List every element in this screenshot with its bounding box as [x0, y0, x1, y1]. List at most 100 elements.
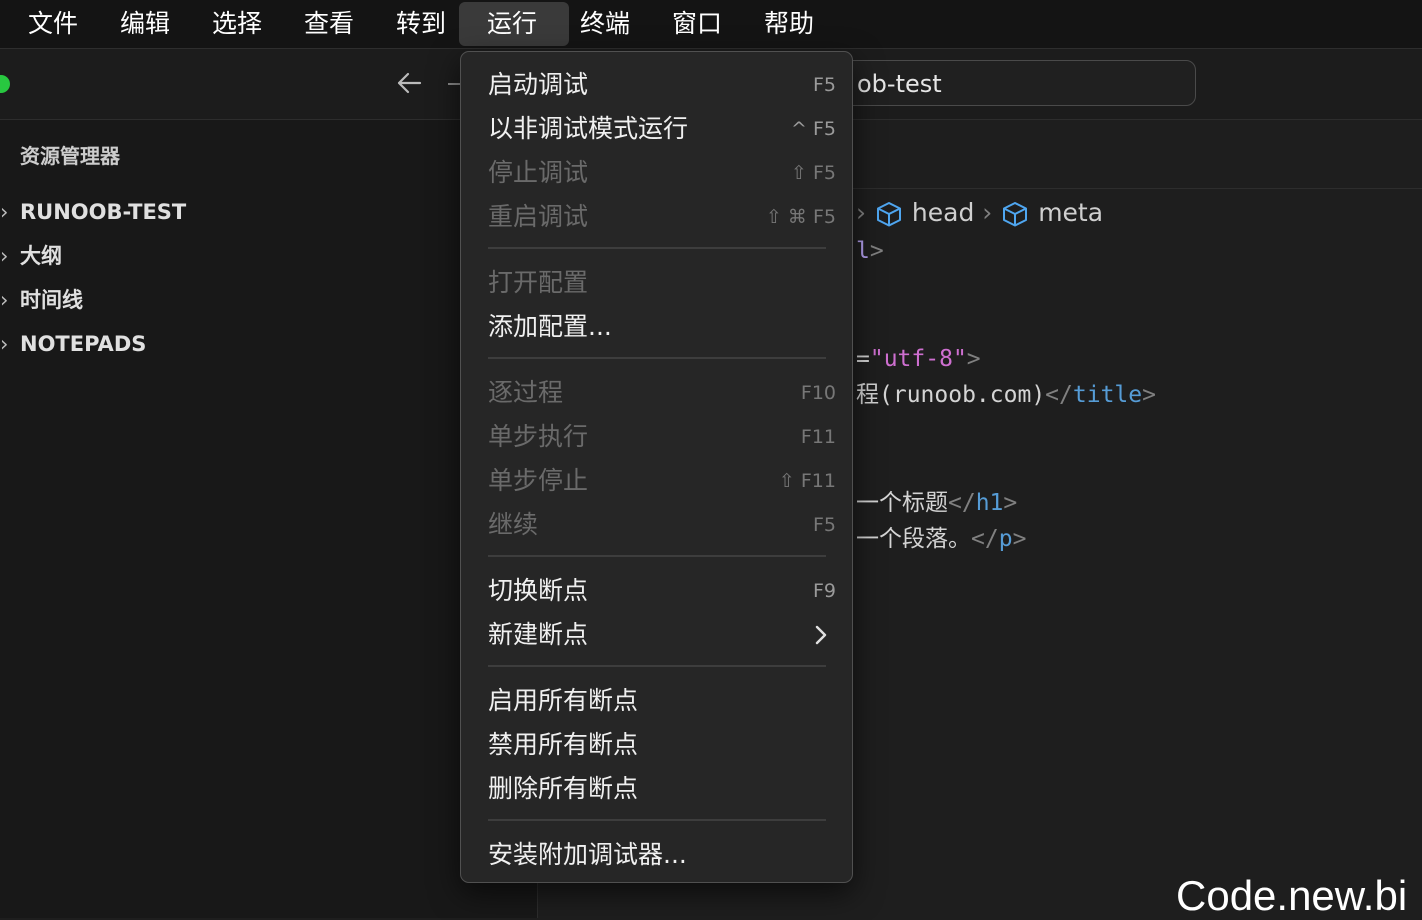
menu-item-label: 继续 — [488, 510, 539, 539]
menu-item-label: 打开配置 — [488, 268, 589, 297]
menu-item-label: 启动调试 — [488, 70, 589, 99]
menu-window[interactable]: 窗口 — [644, 2, 750, 46]
menu-item-label: 切换断点 — [488, 576, 589, 605]
menu-item-continue[interactable]: 继续 F5 — [488, 505, 836, 545]
menu-item-shortcut: F10 — [800, 382, 836, 404]
menu-separator — [488, 247, 826, 249]
menu-item-new-breakpoint[interactable]: 新建断点 — [488, 615, 828, 655]
menu-item-restart-debugging[interactable]: 重启调试 ⇧ ⌘ F5 — [488, 197, 836, 237]
breadcrumb: › head › meta — [856, 196, 1103, 230]
menu-item-enable-all-breakpoints[interactable]: 启用所有断点 — [488, 681, 828, 721]
menu-item-shortcut: F5 — [812, 514, 836, 536]
code-token: > — [966, 346, 981, 372]
cube-icon — [876, 202, 901, 227]
menu-item-shortcut: F9 — [812, 580, 836, 602]
menu-terminal[interactable]: 终端 — [552, 2, 658, 46]
menu-item-shortcut: ⇧ F11 — [778, 470, 836, 492]
watermark: Code.new.bi — [1176, 872, 1408, 919]
code-token: 一个标题 — [856, 490, 948, 516]
code-line[interactable]: l> — [856, 234, 884, 268]
menu-item-install-additional-debuggers[interactable]: 安装附加调试器... — [488, 835, 828, 875]
menu-item-shortcut: F11 — [800, 426, 836, 448]
menu-separator — [488, 555, 826, 557]
sidebar-item-label: 大纲 — [20, 244, 62, 268]
chevron-right-icon: › — [0, 288, 9, 312]
menu-item-stop-debugging[interactable]: 停止调试 ⇧ F5 — [488, 153, 836, 193]
sidebar-item-label: 时间线 — [20, 288, 83, 312]
menu-separator — [488, 665, 826, 667]
back-arrow-icon[interactable] — [396, 67, 422, 99]
code-line[interactable]: 一个段落。</p> — [856, 522, 1026, 556]
sidebar-item-label: NOTEPADS — [20, 332, 147, 356]
menu-item-label: 停止调试 — [488, 158, 589, 187]
menu-view[interactable]: 查看 — [276, 2, 382, 46]
menu-item-step-over[interactable]: 逐过程 F10 — [488, 373, 836, 413]
menu-item-shortcut: ^ F5 — [791, 118, 836, 140]
search-text: ob-test — [857, 70, 942, 98]
menu-item-open-configuration[interactable]: 打开配置 — [488, 263, 828, 303]
code-token: l — [856, 238, 870, 264]
code-line[interactable]: 一个标题</h1> — [856, 486, 1017, 520]
code-token: > — [869, 238, 884, 264]
menu-item-shortcut: F5 — [812, 74, 836, 96]
chevron-right-icon: › — [0, 200, 9, 224]
sidebar-item-runoob-test[interactable]: › RUNOOB-TEST — [0, 196, 186, 228]
code-token: 一个段落。 — [856, 526, 971, 552]
menu-edit[interactable]: 编辑 — [92, 2, 198, 46]
code-token: </ — [1045, 382, 1073, 408]
explorer-sidebar: 资源管理器 › RUNOOB-TEST › 大纲 › 时间线 › NOTEPADS — [0, 120, 538, 918]
menu-item-shortcut: ⇧ ⌘ F5 — [765, 206, 836, 228]
code-line[interactable]: ="utf-8"> — [856, 342, 981, 376]
code-token: </ — [948, 490, 976, 516]
menu-item-start-debugging[interactable]: 启动调试 F5 — [488, 65, 836, 105]
menu-item-toggle-breakpoint[interactable]: 切换断点 F9 — [488, 571, 836, 611]
command-center-search[interactable]: ob-test — [800, 60, 1196, 106]
code-token: </ — [971, 526, 999, 552]
menu-item-disable-all-breakpoints[interactable]: 禁用所有断点 — [488, 725, 828, 765]
menu-selection[interactable]: 选择 — [184, 2, 290, 46]
breadcrumb-item-meta[interactable]: meta — [1038, 198, 1103, 227]
menu-item-step-out[interactable]: 单步停止 ⇧ F11 — [488, 461, 836, 501]
code-token: "utf-8" — [869, 346, 967, 372]
breadcrumb-item-head[interactable]: head — [912, 198, 974, 227]
sidebar-item-timeline[interactable]: › 时间线 — [0, 284, 83, 316]
code-line[interactable]: 程(runoob.com)</title> — [856, 378, 1156, 412]
menu-item-label: 逐过程 — [488, 378, 564, 407]
sidebar-item-notepads[interactable]: › NOTEPADS — [0, 328, 146, 360]
menu-item-add-configuration[interactable]: 添加配置... — [488, 307, 828, 347]
menu-item-label: 新建断点 — [488, 620, 589, 649]
code-token: > — [1012, 526, 1027, 552]
menu-item-label: 以非调试模式运行 — [488, 114, 689, 143]
menu-item-label: 禁用所有断点 — [488, 730, 639, 759]
menu-separator — [488, 819, 826, 821]
chevron-right-icon — [815, 625, 827, 645]
cube-icon — [1003, 202, 1028, 227]
sidebar-item-outline[interactable]: › 大纲 — [0, 240, 62, 272]
code-token: 程(runoob.com) — [856, 382, 1046, 408]
code-token: title — [1072, 382, 1143, 408]
menu-item-label: 重启调试 — [488, 202, 589, 231]
menu-item-label: 安装附加调试器... — [488, 840, 687, 869]
menu-help[interactable]: 帮助 — [736, 2, 842, 46]
menu-item-shortcut: ⇧ F5 — [791, 162, 836, 184]
code-token: > — [1142, 382, 1156, 408]
code-token: p — [998, 526, 1013, 552]
menu-item-step-into[interactable]: 单步执行 F11 — [488, 417, 836, 457]
menu-item-label: 删除所有断点 — [488, 774, 639, 803]
menu-separator — [488, 357, 826, 359]
sidebar-item-label: RUNOOB-TEST — [20, 200, 187, 224]
menu-item-run-without-debugging[interactable]: 以非调试模式运行 ^ F5 — [488, 109, 836, 149]
chevron-right-icon: › — [0, 244, 9, 268]
menu-file[interactable]: 文件 — [0, 2, 106, 46]
forward-arrow-icon[interactable] — [448, 83, 460, 85]
code-token: h1 — [975, 490, 1004, 516]
breadcrumb-separator-icon: › — [982, 198, 993, 227]
menu-item-label: 启用所有断点 — [488, 686, 639, 715]
window-zoom-button[interactable] — [0, 75, 10, 93]
menu-item-label: 添加配置... — [488, 312, 612, 341]
code-token: = — [856, 346, 870, 372]
breadcrumb-separator-icon: › — [856, 198, 866, 227]
menu-item-remove-all-breakpoints[interactable]: 删除所有断点 — [488, 769, 828, 809]
menu-item-label: 单步执行 — [488, 422, 589, 451]
run-menu-dropdown: 启动调试 F5 以非调试模式运行 ^ F5 停止调试 ⇧ F5 重启调试 ⇧ ⌘… — [460, 51, 853, 883]
